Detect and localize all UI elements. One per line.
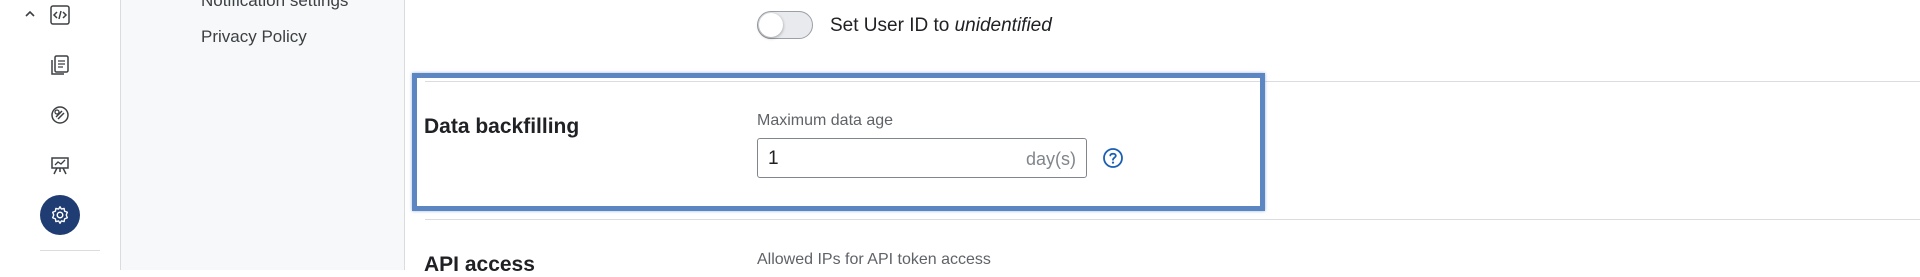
section-divider: [425, 81, 1920, 82]
maximum-data-age-label: Maximum data age: [757, 112, 894, 129]
settings-content: Set User ID to unidentified Data backfil…: [405, 0, 1920, 276]
icon-rail: [0, 0, 121, 270]
integrations-icon[interactable]: [48, 103, 72, 127]
documents-icon[interactable]: [48, 53, 72, 77]
subnav-item-privacy-policy[interactable]: Privacy Policy: [201, 27, 307, 47]
dashboard-icon[interactable]: [48, 154, 72, 178]
allowed-ips-label: Allowed IPs for API token access: [757, 251, 991, 268]
data-backfilling-title: Data backfilling: [424, 115, 580, 138]
subnav-item-notification-settings[interactable]: Notification settings: [201, 0, 348, 11]
settings-button[interactable]: [40, 195, 80, 235]
question-circle-icon[interactable]: [1102, 147, 1124, 169]
rail-divider: [40, 250, 100, 251]
toggle-knob: [759, 13, 783, 37]
settings-icon: [49, 204, 71, 226]
days-unit-label: day(s): [1025, 149, 1076, 169]
code-icon[interactable]: [48, 3, 72, 27]
api-access-title: API access: [424, 253, 535, 276]
maximum-data-age-input[interactable]: 1 day(s): [757, 138, 1087, 178]
maximum-data-age-value: 1: [768, 148, 779, 169]
chevron-up-icon[interactable]: [24, 7, 36, 19]
user-id-toggle-label: Set User ID to unidentified: [830, 15, 1052, 36]
section-divider: [425, 219, 1920, 220]
user-id-toggle[interactable]: [757, 11, 813, 39]
settings-subnav: Notification settings Privacy Policy: [121, 0, 405, 270]
